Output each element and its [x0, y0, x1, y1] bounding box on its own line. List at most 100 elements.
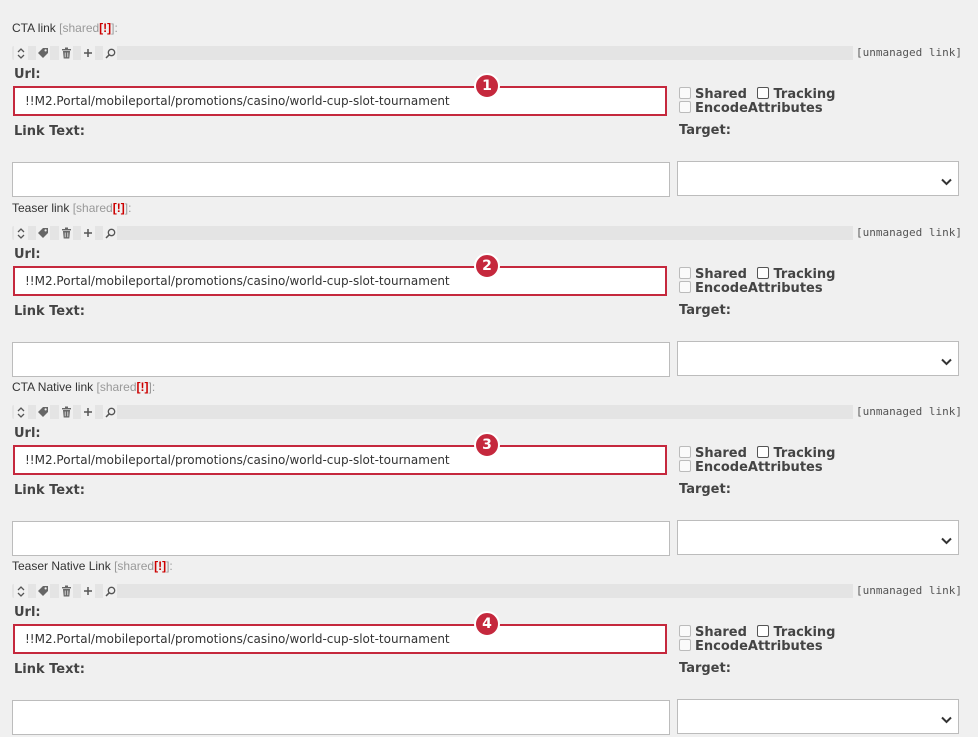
annotation-badge: 4: [474, 611, 500, 637]
checkbox-row-2: EncodeAttributes: [679, 281, 823, 296]
sort-icon[interactable]: [14, 46, 28, 60]
url-input[interactable]: [15, 626, 665, 652]
annotation-badge: 3: [474, 432, 500, 458]
target-label: Target:: [679, 123, 731, 138]
url-field[interactable]: [13, 445, 667, 475]
checkbox-row-1: Shared Tracking: [679, 625, 835, 640]
field-toolbar: [unmanaged link]: [12, 405, 962, 419]
tracking-checkbox[interactable]: [757, 87, 770, 99]
link-text-field[interactable]: [12, 521, 673, 557]
trash-icon[interactable]: [59, 226, 73, 240]
unmanaged-link-label: [unmanaged link]: [853, 584, 962, 598]
plus-icon[interactable]: [81, 46, 95, 60]
encode-attributes-label: EncodeAttributes: [695, 281, 823, 296]
shared-checkbox[interactable]: [679, 87, 691, 99]
encode-attributes-checkbox[interactable]: [679, 639, 691, 651]
field-toolbar: [unmanaged link]: [12, 226, 962, 240]
trash-icon[interactable]: [59, 46, 73, 60]
url-label: Url:: [14, 426, 41, 441]
field-name: CTA link: [12, 21, 56, 35]
url-label: Url:: [14, 67, 41, 82]
sort-icon[interactable]: [14, 405, 28, 419]
target-select[interactable]: [677, 161, 959, 196]
checkbox-row-1: Shared Tracking: [679, 87, 835, 102]
encode-attributes-checkbox[interactable]: [679, 281, 691, 293]
shared-warning-link[interactable]: [!]: [99, 21, 111, 35]
link-text-input[interactable]: [13, 163, 673, 198]
checkbox-row-2: EncodeAttributes: [679, 101, 823, 116]
tag-icon[interactable]: [36, 405, 50, 419]
shared-warning-link[interactable]: [!]: [113, 201, 125, 215]
tag-icon[interactable]: [36, 46, 50, 60]
annotation-badge: 1: [474, 73, 500, 99]
trash-icon[interactable]: [59, 405, 73, 419]
link-text-field[interactable]: [12, 342, 673, 378]
tracking-checkbox[interactable]: [757, 267, 770, 279]
field-name: Teaser Native Link: [12, 559, 111, 573]
target-label: Target:: [679, 661, 731, 676]
link-field-block: CTA Native link [shared[!]]: [unmanaged …: [0, 379, 978, 558]
link-field-block: Teaser Native Link [shared[!]]: [unmanag…: [0, 558, 978, 737]
target-select[interactable]: [677, 699, 959, 734]
url-label: Url:: [14, 605, 41, 620]
sort-icon[interactable]: [14, 584, 28, 598]
tracking-checkbox[interactable]: [757, 625, 770, 637]
link-field-block: Teaser link [shared[!]]: [unmanaged link…: [0, 200, 978, 379]
tag-icon[interactable]: [36, 584, 50, 598]
search-icon[interactable]: [103, 405, 117, 419]
encode-attributes-checkbox[interactable]: [679, 460, 691, 472]
link-text-field[interactable]: [12, 162, 673, 198]
tracking-checkbox-label: Tracking: [773, 446, 836, 461]
field-name: CTA Native link: [12, 380, 94, 394]
url-label: Url:: [14, 247, 41, 262]
trash-icon[interactable]: [59, 584, 73, 598]
encode-attributes-checkbox[interactable]: [679, 101, 691, 113]
url-input[interactable]: [15, 268, 665, 294]
link-text-input[interactable]: [13, 343, 673, 378]
unmanaged-link-label: [unmanaged link]: [853, 46, 962, 60]
checkbox-row-1: Shared Tracking: [679, 446, 835, 461]
url-input[interactable]: [15, 88, 665, 114]
search-icon[interactable]: [103, 584, 117, 598]
encode-attributes-label: EncodeAttributes: [695, 101, 823, 116]
plus-icon[interactable]: [81, 584, 95, 598]
shared-checkbox-label: Shared: [695, 87, 747, 102]
shared-indicator: [shared[!]]:: [59, 21, 118, 35]
url-input[interactable]: [15, 447, 665, 473]
tag-icon[interactable]: [36, 226, 50, 240]
shared-warning-link[interactable]: [!]: [154, 559, 166, 573]
shared-warning-link[interactable]: [!]: [137, 380, 149, 394]
shared-checkbox-label: Shared: [695, 625, 747, 640]
target-label: Target:: [679, 482, 731, 497]
url-field[interactable]: [13, 266, 667, 296]
search-icon[interactable]: [103, 226, 117, 240]
sort-icon[interactable]: [14, 226, 28, 240]
chevron-down-icon: [941, 532, 952, 550]
plus-icon[interactable]: [81, 226, 95, 240]
target-label: Target:: [679, 303, 731, 318]
shared-checkbox[interactable]: [679, 267, 691, 279]
url-field[interactable]: [13, 624, 667, 654]
link-text-label: Link Text:: [14, 662, 85, 677]
link-text-input[interactable]: [13, 701, 673, 736]
field-name: Teaser link: [12, 201, 70, 215]
shared-checkbox[interactable]: [679, 446, 691, 458]
encode-attributes-label: EncodeAttributes: [695, 639, 823, 654]
target-select[interactable]: [677, 341, 959, 376]
field-title: Teaser Native Link [shared[!]]:: [12, 558, 173, 574]
search-icon[interactable]: [103, 46, 117, 60]
shared-checkbox[interactable]: [679, 625, 691, 637]
checkbox-row-2: EncodeAttributes: [679, 460, 823, 475]
link-field-block: CTA link [shared[!]]: [unmanaged link] U…: [0, 20, 978, 199]
target-select[interactable]: [677, 520, 959, 555]
field-toolbar: [unmanaged link]: [12, 46, 962, 60]
shared-indicator: [shared[!]]:: [96, 380, 156, 394]
url-field[interactable]: [13, 86, 667, 116]
tracking-checkbox[interactable]: [757, 446, 770, 458]
annotation-badge: 2: [474, 253, 500, 279]
plus-icon[interactable]: [81, 405, 95, 419]
link-text-input[interactable]: [13, 522, 673, 557]
chevron-down-icon: [941, 711, 952, 729]
link-text-label: Link Text:: [14, 304, 85, 319]
field-title: Teaser link [shared[!]]:: [12, 200, 131, 216]
